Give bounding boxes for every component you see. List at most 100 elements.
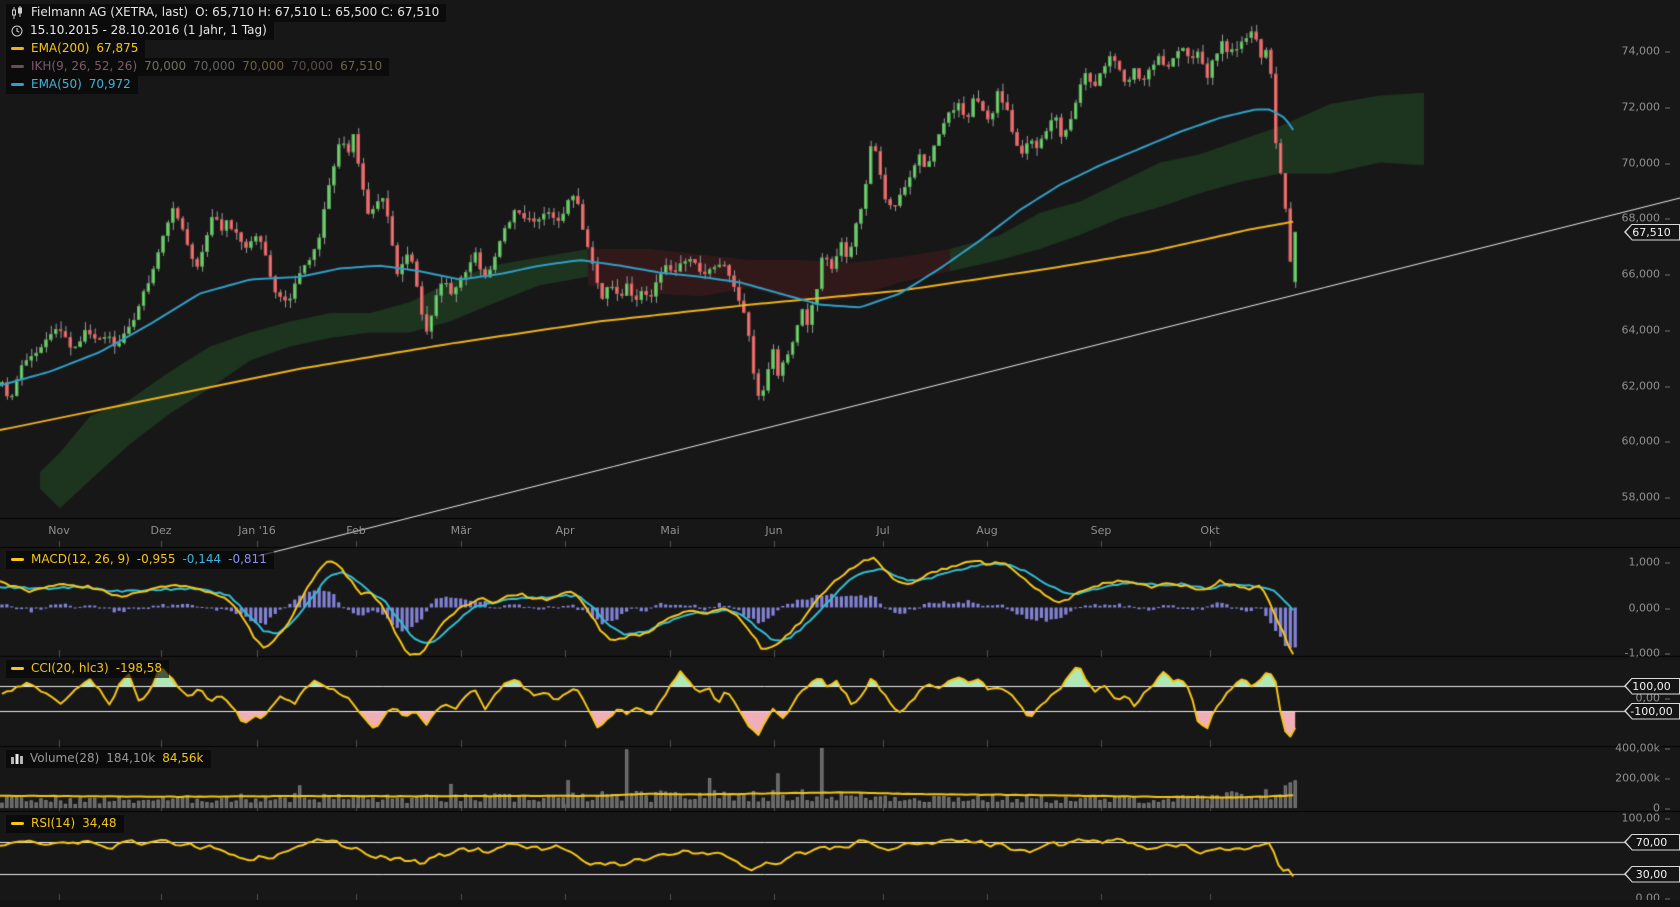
volume-ma-value: 84,56k [162,751,203,766]
rsi-value: 34,48 [82,816,116,831]
ikh-value-4: 70,000 [291,59,333,74]
ema200-label: EMA(200) [31,41,89,56]
axis-tick [1665,386,1670,387]
ikh-value-3: 70,000 [242,59,284,74]
month-label: Okt [1200,524,1219,537]
month-label: Aug [976,524,997,537]
rsi-legend[interactable]: RSI(14) 34,48 [6,815,124,833]
axis-value-label: 64,000 [1622,324,1671,337]
volume-label: Volume(28) [30,751,99,766]
axis-tick [1665,608,1670,609]
month-label: Sep [1091,524,1112,537]
month-label: Mär [451,524,472,537]
ema200-value: 67,875 [96,41,138,56]
bottom-strip [0,900,1680,907]
cci-value: -198,58 [116,661,162,676]
axis-value-label: 70,000 [1622,157,1671,170]
axis-value-label: 68,000 [1622,212,1671,225]
axis-value-label: 200,00k [1615,772,1670,785]
ohlc-values: O: 65,710 H: 67,510 L: 65,500 C: 67,510 [195,5,439,20]
month-label: Feb [346,524,365,537]
rsi-marker-icon [11,822,24,825]
axis-value-label: 62,000 [1622,380,1671,393]
ema200-marker-icon [11,47,24,50]
cci-lower-tag: -100,00 [1624,703,1680,720]
axis-tick [1665,748,1670,749]
cci-upper-tag: 100,00 [1624,678,1680,695]
price-tag: 67,510 [1624,224,1680,241]
date-range-row: 15.10.2015 - 28.10.2016 (1 Jahr, 1 Tag) [6,22,274,40]
ema200-legend[interactable]: EMA(200) 67,875 [6,40,145,58]
axis-tick [1665,497,1670,498]
month-label: Mai [660,524,679,537]
macd-value-hist: -0,811 [228,552,267,567]
axis-tick [1665,107,1670,108]
month-label: Jul [876,524,889,537]
axis-value-label: 72,000 [1622,101,1671,114]
axis-value-label: 400,00k [1615,742,1670,755]
axis-value-label: 0,000 [1629,602,1671,615]
chart-canvas[interactable] [0,0,1680,907]
ikh-value-1: 70,000 [144,59,186,74]
symbol-title: Fielmann AG (XETRA, last) [31,5,188,20]
macd-value-line: -0,955 [137,552,176,567]
rsi-lower-tag-value: 30,00 [1624,867,1679,882]
axis-tick [1665,163,1670,164]
month-label: Jun [765,524,782,537]
date-range: 15.10.2015 - 28.10.2016 (1 Jahr, 1 Tag) [30,23,267,38]
axis-tick [1665,330,1670,331]
ikh-marker-icon [11,65,24,68]
ikh-value-2: 70,000 [193,59,235,74]
cci-label: CCI(20, hlc3) [31,661,109,676]
macd-label: MACD(12, 26, 9) [31,552,130,567]
macd-value-signal: -0,144 [182,552,221,567]
month-label: Apr [555,524,574,537]
month-label: Jan '16 [238,524,275,537]
axis-tick [1665,562,1670,563]
ikh-label: IKH(9, 26, 52, 26) [31,59,137,74]
axis-tick [1665,51,1670,52]
axis-value-label: 60,000 [1622,435,1671,448]
axis-tick [1665,274,1670,275]
rsi-upper-tag-value: 70,00 [1624,835,1679,850]
axis-value-label: 100,00 [1622,812,1671,825]
ikh-legend[interactable]: IKH(9, 26, 52, 26) 70,000 70,000 70,000 … [6,58,389,76]
symbol-header: Fielmann AG (XETRA, last) O: 65,710 H: 6… [6,4,446,22]
clock-icon [11,25,23,37]
axis-tick [1665,778,1670,779]
ikh-value-5: 67,510 [340,59,382,74]
ema50-value: 70,972 [89,77,131,92]
month-label: Dez [150,524,171,537]
axis-value-label: 74,000 [1622,45,1671,58]
axis-tick [1665,698,1670,699]
candlestick-chart-icon [11,6,24,20]
volume-legend[interactable]: Volume(28) 184,10k 84,56k [6,750,211,768]
cci-lower-tag-value: -100,00 [1624,704,1679,719]
volume-bars-icon [11,753,23,764]
axis-value-label: 66,000 [1622,268,1671,281]
ema50-marker-icon [11,83,24,86]
cci-upper-tag-value: 100,00 [1624,679,1679,694]
rsi-label: RSI(14) [31,816,75,831]
chart-window: Fielmann AG (XETRA, last) O: 65,710 H: 6… [0,0,1680,907]
axis-value-label: 1,000 [1629,556,1671,569]
cci-legend[interactable]: CCI(20, hlc3) -198,58 [6,660,169,678]
macd-marker-icon [11,558,24,561]
axis-tick [1665,898,1670,899]
axis-value-label: -1,000 [1625,647,1670,660]
month-label: Nov [48,524,69,537]
ema50-legend[interactable]: EMA(50) 70,972 [6,76,138,94]
volume-value: 184,10k [106,751,155,766]
rsi-upper-tag: 70,00 [1624,834,1680,851]
rsi-lower-tag: 30,00 [1624,866,1680,883]
axis-tick [1665,441,1670,442]
price-tag-value: 67,510 [1624,225,1679,240]
cci-marker-icon [11,667,24,670]
axis-tick [1665,818,1670,819]
axis-tick [1665,218,1670,219]
axis-value-label: 58,000 [1622,491,1671,504]
macd-legend[interactable]: MACD(12, 26, 9) -0,955 -0,144 -0,811 [6,551,274,569]
axis-tick [1665,808,1670,809]
ema50-label: EMA(50) [31,77,82,92]
axis-tick [1665,653,1670,654]
